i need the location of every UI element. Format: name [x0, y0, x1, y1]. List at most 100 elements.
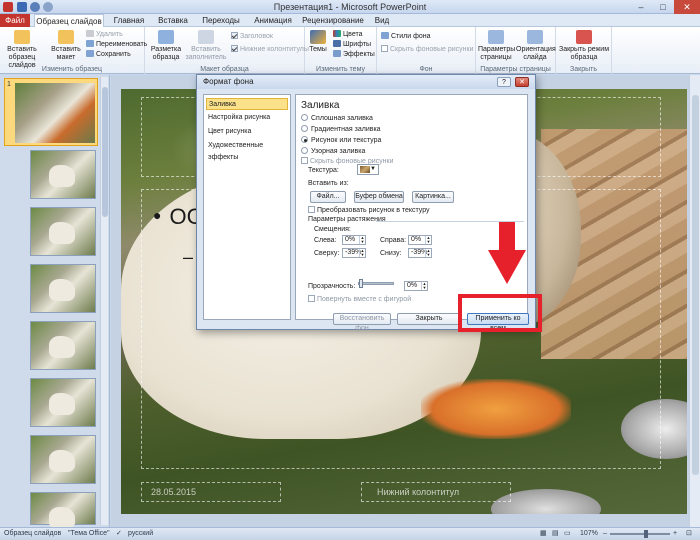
maximize-button[interactable]: □ [652, 0, 674, 14]
top-offset-label: Сверху: [314, 250, 340, 257]
transparency-slider-knob[interactable] [359, 279, 363, 288]
close-window-button[interactable]: ✕ [674, 0, 700, 14]
slide-master-thumbnail[interactable]: 1 [4, 78, 98, 146]
tile-picture-checkbox[interactable]: Преобразовать рисунок в текстуру [308, 206, 430, 215]
zoom-out-icon[interactable]: – [603, 528, 607, 540]
transparency-spinner[interactable]: 0% ▲ ▼ [404, 281, 428, 291]
content-sublevel-text[interactable]: – [183, 247, 193, 268]
radio-icon[interactable] [301, 136, 308, 143]
radio-icon[interactable] [301, 114, 308, 121]
panel-heading: Заливка [301, 100, 340, 111]
date-placeholder[interactable]: 28.05.2015 [151, 487, 196, 497]
clip-art-button[interactable]: Картинка... [412, 191, 454, 203]
colors-button[interactable]: Цвета [333, 30, 363, 39]
spinner-arrows-icon[interactable]: ▲ ▼ [425, 249, 431, 257]
tab-file[interactable]: Файл [0, 14, 30, 27]
layout-thumbnail[interactable] [30, 150, 96, 199]
reset-background-button[interactable]: Восстановить фон [333, 313, 391, 332]
tab-view[interactable]: Вид [368, 14, 396, 27]
tab-transitions[interactable]: Переходы [194, 14, 248, 27]
zoom-slider[interactable] [610, 530, 670, 538]
texture-dropdown[interactable]: ▼ [357, 164, 379, 175]
zoom-level[interactable]: 107% [580, 528, 598, 540]
layout-thumbnail[interactable] [30, 321, 96, 370]
rename-button[interactable]: Переименовать [86, 40, 147, 49]
nav-item-artistic-effects[interactable]: Художественные эффекты [206, 140, 288, 161]
scrollbar-thumb[interactable] [102, 87, 108, 217]
layout-thumbnail[interactable] [30, 435, 96, 484]
spinner-arrows-icon[interactable]: ▲ ▼ [359, 249, 365, 257]
layout-thumbnail[interactable] [30, 207, 96, 256]
title-checkbox[interactable]: Заголовок [231, 32, 273, 41]
tab-home[interactable]: Главная [106, 14, 152, 27]
canvas-scrollbar[interactable] [689, 75, 700, 527]
footer-placeholder[interactable]: Нижний колонтитул [377, 487, 459, 497]
clipboard-button[interactable]: Буфер обмена [354, 191, 404, 203]
scrollbar-thumb[interactable] [692, 95, 699, 475]
zoom-in-icon[interactable]: + [673, 528, 677, 540]
top-offset-spinner[interactable]: -39% ▲ ▼ [342, 248, 366, 258]
tab-review[interactable]: Рецензирование [298, 14, 368, 27]
close-master-view-button[interactable]: Закрыть режим образца [558, 30, 610, 62]
hide-background-graphics-checkbox[interactable]: Скрыть фоновые рисунки [301, 157, 393, 166]
dialog-close-button[interactable]: ✕ [515, 77, 529, 87]
zoom-slider-knob[interactable] [644, 530, 648, 538]
title-checkbox-box[interactable] [231, 32, 238, 39]
footers-checkbox-box[interactable] [231, 45, 238, 52]
picture-texture-fill-radio[interactable]: Рисунок или текстура [301, 136, 381, 145]
file-button[interactable]: Файл... [310, 191, 346, 203]
right-offset-label: Справа: [380, 237, 407, 244]
bottom-offset-spinner[interactable]: -39% ▲ ▼ [408, 248, 432, 258]
spell-check-icon[interactable]: ✓ [116, 528, 122, 540]
right-offset-spinner[interactable]: 0% ▲ ▼ [408, 235, 432, 245]
pattern-fill-radio[interactable]: Узорная заливка [301, 147, 365, 156]
tab-slide-master[interactable]: Образец слайдов [34, 14, 104, 27]
solid-fill-radio[interactable]: Сплошная заливка [301, 114, 373, 123]
nav-item-picture-corrections[interactable]: Настройка рисунка [206, 112, 288, 124]
insert-placeholder-button[interactable]: Вставить заполнитель [185, 30, 227, 62]
normal-view-icon[interactable]: ▦ [540, 528, 547, 540]
hide-background-checkbox-box[interactable] [381, 45, 388, 52]
spinner-arrows-icon[interactable]: ▲ ▼ [359, 236, 365, 244]
fonts-button[interactable]: Шрифты [333, 40, 371, 49]
master-layout-button[interactable]: Разметка образца [149, 30, 183, 62]
slide-sorter-icon[interactable]: ▤ [552, 528, 559, 540]
status-language[interactable]: русский [128, 528, 153, 540]
rotate-with-shape-checkbox[interactable]: Повернуть вместе с фигурой [308, 295, 411, 304]
checkbox-icon[interactable] [308, 206, 315, 213]
footers-checkbox[interactable]: Нижние колонтитулы [231, 45, 309, 54]
reading-view-icon[interactable]: ▭ [564, 528, 571, 540]
delete-button[interactable]: Удалить [86, 30, 123, 39]
radio-icon[interactable] [301, 147, 308, 154]
fit-to-window-icon[interactable]: ⊡ [686, 528, 692, 540]
help-button[interactable]: ? [497, 77, 511, 87]
slide-orientation-button[interactable]: Ориентация слайда [516, 30, 556, 62]
layout-thumbnail[interactable] [30, 378, 96, 427]
page-setup-button[interactable]: Параметры страницы [478, 30, 515, 62]
insert-layout-button[interactable]: Вставить макет [50, 30, 82, 62]
checkbox-icon[interactable] [308, 295, 315, 302]
tab-animations[interactable]: Анимация [248, 14, 298, 27]
thumbnail-scrollbar[interactable] [100, 77, 108, 525]
hide-background-checkbox[interactable]: Скрыть фоновые рисунки [381, 45, 473, 54]
dialog-close-text-button[interactable]: Закрыть [397, 313, 461, 325]
insert-slide-master-button[interactable]: Вставить образец слайдов [2, 30, 42, 70]
transparency-slider[interactable] [358, 279, 394, 288]
tab-insert[interactable]: Вставка [152, 14, 194, 27]
radio-icon[interactable] [301, 125, 308, 132]
nav-item-picture-color[interactable]: Цвет рисунка [206, 126, 288, 138]
preserve-button[interactable]: Сохранить [86, 50, 131, 59]
layout-thumbnail[interactable] [30, 264, 96, 313]
effects-button[interactable]: Эффекты [333, 50, 375, 59]
dialog-titlebar[interactable]: Формат фона ? ✕ [197, 75, 535, 89]
checkbox-icon[interactable] [301, 157, 308, 164]
left-offset-spinner[interactable]: 0% ▲ ▼ [342, 235, 366, 245]
spinner-arrows-icon[interactable]: ▲ ▼ [425, 236, 431, 244]
layout-thumbnail[interactable] [30, 492, 96, 529]
gradient-fill-radio[interactable]: Градиентная заливка [301, 125, 381, 134]
minimize-button[interactable]: – [630, 0, 652, 14]
nav-item-fill[interactable]: Заливка [206, 98, 288, 110]
spinner-arrows-icon[interactable]: ▲ ▼ [421, 282, 427, 290]
themes-button[interactable]: Темы [307, 30, 329, 54]
background-styles-button[interactable]: Стили фона [381, 32, 431, 41]
